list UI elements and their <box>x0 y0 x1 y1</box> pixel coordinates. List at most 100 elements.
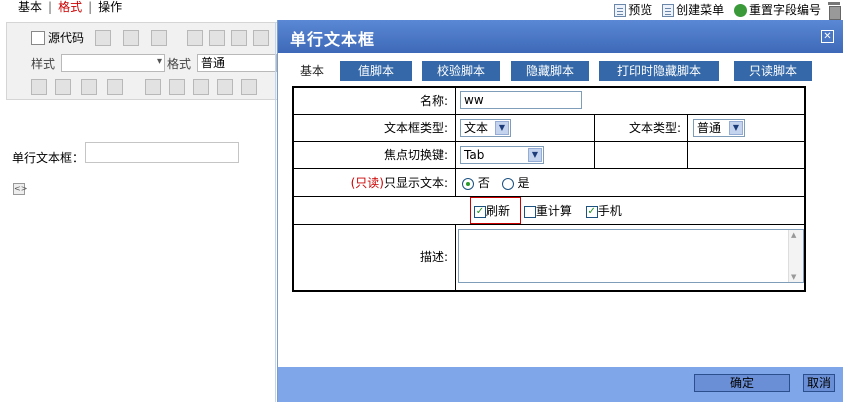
trash-icon[interactable] <box>827 2 841 20</box>
format-select[interactable]: 普通 <box>197 54 277 72</box>
create-menu-label: 创建菜单 <box>676 3 725 17</box>
menu-format[interactable]: 格式 <box>58 0 82 14</box>
preview-link[interactable]: 预览 <box>614 3 652 17</box>
radio-yes-label: 是 <box>517 176 530 190</box>
tab-basic[interactable]: 基本 <box>292 61 332 81</box>
dialog-footer: 确定 取消 <box>278 367 843 402</box>
checkbox-tool-icon[interactable] <box>31 79 47 95</box>
paste-text-icon[interactable] <box>253 30 269 46</box>
form-row-name: 名称: ww <box>294 88 804 115</box>
radio-yes[interactable] <box>501 177 514 190</box>
textbox-type-value: 文本 <box>464 121 489 135</box>
top-menu: 基本 | 格式 | 操作 <box>18 0 122 14</box>
chevron-down-icon: ▼ <box>729 121 743 135</box>
top-bar: 基本 | 格式 | 操作 预览 创建菜单 重置字段编号 <box>0 0 843 20</box>
source-code-button[interactable]: 源代码 <box>31 29 84 46</box>
chevron-down-icon: ▼ <box>528 148 542 162</box>
checkbox-recalc[interactable] <box>523 205 536 218</box>
textbox-type-label: 文本框类型: <box>383 121 448 135</box>
tab-readonly-script[interactable]: 只读脚本 <box>734 61 812 81</box>
table-tool-icon[interactable] <box>145 79 161 95</box>
textbox-type-select[interactable]: 文本 ▼ <box>460 119 511 137</box>
text-type-value: 普通 <box>697 121 722 135</box>
chevron-down-icon: ▼ <box>495 121 509 135</box>
document-icon <box>662 3 675 17</box>
cell-divider <box>455 115 456 141</box>
readonly-label: 只显示文本: <box>383 176 448 190</box>
name-input[interactable]: ww <box>460 91 582 109</box>
description-textarea[interactable] <box>458 229 804 283</box>
calendar-tool-icon[interactable] <box>169 79 185 95</box>
link-tool-icon[interactable] <box>241 79 257 95</box>
form-row-description: 描述: <box>294 225 804 290</box>
scrollbar[interactable] <box>788 230 803 282</box>
toolbar-row <box>7 76 281 100</box>
tab-print-hide-script[interactable]: 打印时隐藏脚本 <box>599 61 719 81</box>
top-actions: 预览 创建菜单 重置字段编号 <box>608 3 821 20</box>
source-icon <box>31 30 45 45</box>
text-type-select[interactable]: 普通 ▼ <box>693 119 745 137</box>
form-row-textbox-type: 文本框类型: 文本 ▼ 文本类型: 普通 ▼ <box>294 115 804 142</box>
readonly-radio-group: 否 是 <box>462 169 530 196</box>
radio-tool-icon[interactable] <box>55 79 71 95</box>
checkbox-refresh-label: 刷新 <box>486 204 511 218</box>
form-row-focus-key: 焦点切换键: Tab ▼ <box>294 142 804 169</box>
readonly-prefix: (只读) <box>350 176 384 190</box>
divider <box>275 22 276 402</box>
cut-icon[interactable] <box>187 30 203 46</box>
readonly-label-cell: (只读)只显示文本: <box>294 169 454 196</box>
radio-no[interactable] <box>462 177 474 190</box>
radio-no-label: 否 <box>477 176 490 190</box>
create-menu-link[interactable]: 创建菜单 <box>662 3 724 17</box>
refresh-icon <box>733 3 747 17</box>
cell-divider <box>594 142 595 168</box>
focus-key-select[interactable]: Tab ▼ <box>460 146 544 164</box>
form-row-options: ✓ 刷新 重计算 ✓ 手机 <box>294 197 804 225</box>
single-line-textbox-dialog: 单行文本框 ✕ 基本 值脚本 校验脚本 隐藏脚本 打印时隐藏脚本 只读脚本 名称… <box>277 20 843 402</box>
text-type-label: 文本类型: <box>628 121 681 135</box>
textfield-tool-icon[interactable] <box>81 79 97 95</box>
option-checkboxes: ✓ 刷新 重计算 ✓ 手机 <box>474 197 622 224</box>
tab-validate-script[interactable]: 校验脚本 <box>422 61 500 81</box>
reset-field-number-link[interactable]: 重置字段编号 <box>733 3 821 17</box>
description-label: 描述: <box>419 250 448 264</box>
flag-tool-icon[interactable] <box>193 79 209 95</box>
grid-tool-icon[interactable] <box>107 79 123 95</box>
paste-icon[interactable] <box>231 30 247 46</box>
toolbar-row: 源代码 <box>7 27 281 51</box>
dialog-title: 单行文本框 <box>290 30 376 49</box>
cell-divider <box>455 88 456 114</box>
dialog-tabs: 基本 值脚本 校验脚本 隐藏脚本 打印时隐藏脚本 只读脚本 <box>292 61 832 81</box>
cell-divider <box>455 169 456 196</box>
menu-basic[interactable]: 基本 <box>18 0 42 14</box>
preview-icon <box>614 3 627 17</box>
menu-operate[interactable]: 操作 <box>98 0 122 14</box>
format-label: 格式 <box>167 57 192 71</box>
cell-divider <box>455 225 456 290</box>
preview-doc-icon[interactable] <box>123 30 139 46</box>
ok-button[interactable]: 确定 <box>694 374 790 392</box>
left-text-input[interactable] <box>85 142 239 163</box>
cell-divider <box>687 142 688 168</box>
checkbox-recalc-label: 重计算 <box>535 204 572 218</box>
left-field-label: 单行文本框： <box>12 151 85 165</box>
tab-value-script[interactable]: 值脚本 <box>340 61 412 81</box>
cell-divider <box>687 115 688 141</box>
cancel-button[interactable]: 取消 <box>803 374 835 392</box>
copy-icon[interactable] <box>209 30 225 46</box>
close-icon[interactable]: ✕ <box>821 30 834 43</box>
menu-separator: | <box>88 0 93 14</box>
tab-hide-script[interactable]: 隐藏脚本 <box>511 61 589 81</box>
style-select[interactable] <box>61 54 165 72</box>
checkbox-refresh[interactable]: ✓ <box>474 205 486 218</box>
editor-toolbar: 源代码 样式 格式 普通 <box>6 22 282 100</box>
focus-key-value: Tab <box>464 148 485 162</box>
checkbox-mobile[interactable]: ✓ <box>585 205 598 218</box>
reset-field-number-label: 重置字段编号 <box>748 3 821 17</box>
save-icon[interactable] <box>95 30 111 46</box>
toolbar-row: 样式 格式 普通 <box>7 51 281 75</box>
expand-handle-icon[interactable]: <> <box>13 183 27 195</box>
template-icon[interactable] <box>151 30 167 46</box>
building-tool-icon[interactable] <box>217 79 233 95</box>
name-label: 名称: <box>419 94 448 108</box>
